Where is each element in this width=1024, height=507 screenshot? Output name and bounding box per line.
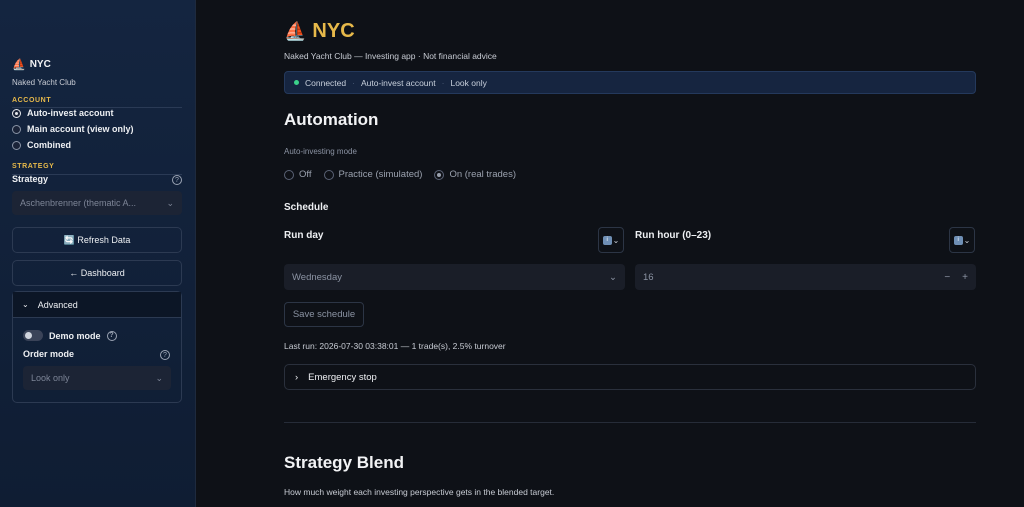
emergency-stop-label: Emergency stop <box>308 371 377 383</box>
minus-icon[interactable]: − <box>944 272 950 283</box>
run-day-value: Wednesday <box>292 271 342 283</box>
radio-icon <box>284 169 294 180</box>
sidebar-club-name: Naked Yacht Club <box>12 78 76 87</box>
sidebar-brand-name: NYC <box>29 59 51 70</box>
mode-radio-on[interactable]: On (real trades) <box>434 169 516 180</box>
run-hour-emoji-select[interactable]: i ⌄ <box>949 227 975 253</box>
dashboard-button[interactable]: ← Dashboard <box>12 260 182 286</box>
help-icon[interactable]: ? <box>172 175 182 185</box>
status-dot-icon <box>294 80 299 85</box>
chevron-down-icon: ⌄ <box>22 300 29 309</box>
info-icon: i <box>602 235 612 245</box>
radio-selected-icon <box>434 169 445 180</box>
run-hour-value: 16 <box>643 271 654 283</box>
sailboat-icon: ⛵ <box>12 59 26 71</box>
mode-radio-label: On (real trades) <box>449 169 516 180</box>
strategy-blend-description: How much weight each investing perspecti… <box>284 487 555 497</box>
chevron-right-icon: › <box>295 371 299 383</box>
strategy-select[interactable]: Aschenbrenner (thematic A... ⌄ <box>12 191 182 215</box>
chevron-down-icon: ⌄ <box>963 235 971 245</box>
mode-radio-off[interactable]: Off <box>284 169 312 180</box>
info-icon: i <box>953 235 963 245</box>
run-day-select[interactable]: Wednesday ⌄ <box>284 264 625 290</box>
account-radio-main[interactable]: Main account (view only) <box>12 124 134 134</box>
status-mode: Look only <box>450 77 487 88</box>
separator: · <box>352 77 355 88</box>
run-hour-stepper: − + <box>944 272 968 283</box>
account-section-label: ACCOUNT <box>12 97 52 104</box>
chevron-down-icon: ⌄ <box>166 197 174 208</box>
strategy-section-label: STRATEGY <box>12 163 55 170</box>
run-day-emoji-select[interactable]: i ⌄ <box>598 227 624 253</box>
page-subtitle: Naked Yacht Club — Investing app · Not f… <box>284 51 497 61</box>
order-mode-text: Order mode <box>23 349 75 359</box>
connection-status-bar: Connected · Auto-invest account · Look o… <box>284 71 976 94</box>
account-radio-label: Main account (view only) <box>27 124 134 134</box>
help-icon[interactable]: ? <box>160 350 170 360</box>
page-title-text: NYC <box>312 20 355 42</box>
strategy-select-value: Aschenbrenner (thematic A... <box>20 198 137 208</box>
account-radio-auto-invest[interactable]: Auto-invest account <box>12 108 114 118</box>
run-hour-input[interactable]: 16 − + <box>635 264 976 290</box>
page-title: ⛵ NYC <box>284 20 355 43</box>
auto-investing-mode-radio-group: Off Practice (simulated) On (real trades… <box>284 169 516 180</box>
automation-heading: Automation <box>284 110 379 129</box>
account-radio-combined[interactable]: Combined <box>12 140 71 150</box>
sidebar-brand: ⛵ NYC <box>12 58 51 71</box>
last-run-text: Last run: 2026-07-30 03:38:01 — 1 trade(… <box>284 341 506 351</box>
account-radio-label: Auto-invest account <box>27 108 114 118</box>
main-content: ⛵ NYC Naked Yacht Club — Investing app ·… <box>196 0 1024 507</box>
order-mode-value: Look only <box>31 373 70 383</box>
mode-radio-label: Practice (simulated) <box>338 169 423 180</box>
emergency-stop-expander[interactable]: › Emergency stop <box>284 364 976 390</box>
status-connected: Connected <box>305 77 347 88</box>
mode-radio-label: Off <box>299 169 312 180</box>
run-day-label: Run day <box>284 230 324 241</box>
status-account: Auto-invest account <box>360 77 436 88</box>
radio-icon <box>12 124 21 134</box>
help-icon[interactable]: ? <box>106 330 117 341</box>
separator: · <box>441 77 445 88</box>
chevron-down-icon: ⌄ <box>155 372 163 383</box>
account-radio-label: Combined <box>27 140 71 150</box>
order-mode-label: Order mode <box>23 349 74 359</box>
chevron-down-icon: ⌄ <box>609 271 617 283</box>
sidebar: ⛵ NYC Naked Yacht Club ACCOUNT Auto-inve… <box>0 0 196 507</box>
demo-mode-row: Demo mode ? <box>23 330 117 341</box>
strategy-label: Strategy <box>12 174 49 184</box>
advanced-expander-header[interactable]: ⌄ Advanced <box>13 292 181 318</box>
strategy-blend-heading: Strategy Blend <box>284 453 404 472</box>
schedule-heading: Schedule <box>284 202 329 213</box>
advanced-expander: ⌄ Advanced Demo mode ? Order mode ? Look… <box>12 291 182 403</box>
radio-selected-icon <box>12 108 21 118</box>
radio-icon <box>323 169 334 180</box>
plus-icon[interactable]: + <box>962 272 968 283</box>
auto-investing-mode-label: Auto-investing mode <box>284 147 357 156</box>
radio-icon <box>12 140 21 150</box>
sailboat-icon: ⛵ <box>284 21 307 41</box>
chevron-down-icon: ⌄ <box>612 235 620 245</box>
refresh-data-button[interactable]: 🔄 Refresh Data <box>12 227 182 253</box>
demo-mode-toggle[interactable] <box>23 330 43 341</box>
divider <box>284 422 976 423</box>
advanced-title: Advanced <box>37 299 78 310</box>
order-mode-select[interactable]: Look only ⌄ <box>23 366 171 390</box>
run-hour-label: Run hour (0–23) <box>635 230 712 241</box>
save-schedule-button[interactable]: Save schedule <box>284 302 364 327</box>
mode-radio-practice[interactable]: Practice (simulated) <box>323 169 423 180</box>
demo-mode-label: Demo mode <box>49 330 101 341</box>
